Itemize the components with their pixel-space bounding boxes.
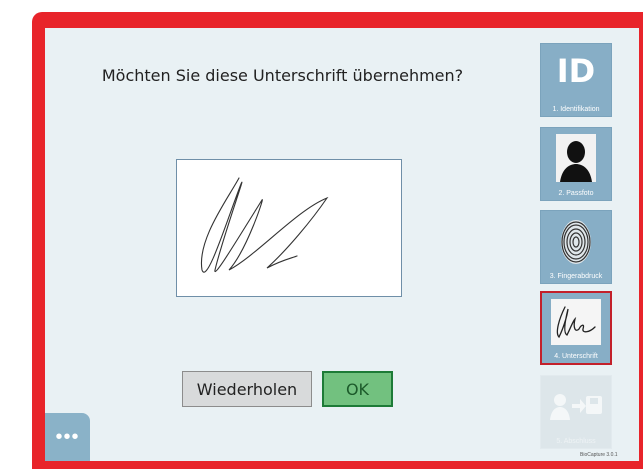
step-passfoto[interactable]: 2. Passfoto	[540, 127, 612, 201]
version-text: BioCapture 3.0.1	[580, 452, 618, 458]
step-abschluss: 5. Abschluss	[540, 375, 612, 449]
step-identifikation[interactable]: ID 1. Identifikation	[540, 43, 612, 117]
step-label: 2. Passfoto	[558, 190, 594, 197]
signature-stroke	[200, 177, 329, 273]
confirm-question: Möchten Sie diese Unterschrift übernehme…	[101, 66, 464, 85]
retry-button[interactable]: Wiederholen	[182, 371, 312, 407]
step-label: 1. Identifikation	[552, 106, 600, 113]
transfer-save-icon	[541, 390, 611, 422]
signature-preview	[176, 159, 402, 297]
fingerprint-icon	[541, 217, 611, 267]
step-fingerabdruck[interactable]: 3. Fingerabdruck	[540, 210, 612, 284]
step-label: 3. Fingerabdruck	[549, 273, 603, 280]
more-dots-icon: •••	[55, 425, 80, 448]
more-menu-button[interactable]: •••	[45, 413, 90, 461]
step-unterschrift[interactable]: 4. Unterschrift	[540, 291, 612, 365]
id-icon: ID	[556, 52, 596, 90]
signature-icon	[542, 299, 610, 345]
ok-button[interactable]: OK	[322, 371, 393, 407]
passport-photo-icon	[541, 134, 611, 182]
step-label: 4. Unterschrift	[554, 353, 598, 360]
step-label: 5. Abschluss	[556, 438, 596, 445]
